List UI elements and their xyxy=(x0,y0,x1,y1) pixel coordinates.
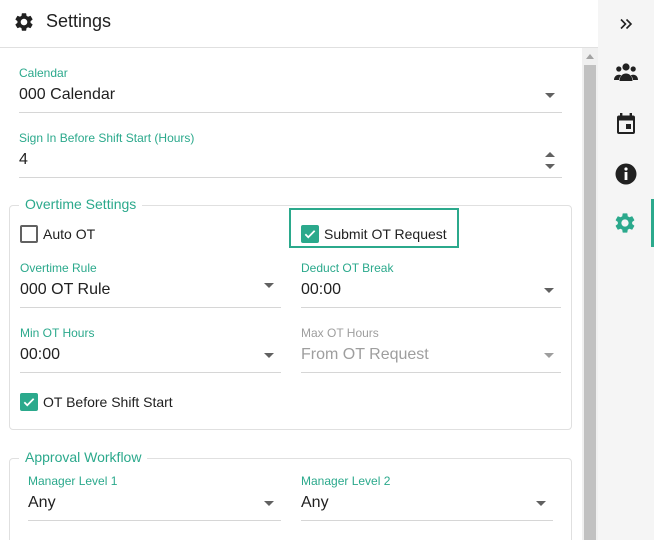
min-ot-hours-label: Min OT Hours xyxy=(20,326,95,340)
scroll-up-arrow-icon[interactable] xyxy=(586,54,594,59)
deduct-ot-break-value: 00:00 xyxy=(301,281,342,298)
overtime-rule-label: Overtime Rule xyxy=(20,261,97,275)
checkmark-icon xyxy=(23,398,35,407)
ot-before-shift-start-checkbox[interactable]: OT Before Shift Start xyxy=(20,393,173,411)
settings-header: Settings xyxy=(0,0,598,48)
gear-icon xyxy=(15,13,33,31)
page-title: Settings xyxy=(46,11,112,31)
divider xyxy=(19,177,562,178)
calendar-icon xyxy=(617,113,635,134)
min-ot-hours-value: 00:00 xyxy=(20,346,61,363)
expand-panel-button[interactable] xyxy=(598,0,654,48)
chevron-down-icon[interactable] xyxy=(264,501,274,506)
ot-before-shift-start-label: OT Before Shift Start xyxy=(43,394,173,410)
divider xyxy=(28,520,281,521)
sign-in-before-value: 4 xyxy=(19,151,28,168)
users-button[interactable] xyxy=(598,48,654,96)
approval-workflow-legend: Approval Workflow xyxy=(19,449,148,465)
overtime-rule-value: 000 OT Rule xyxy=(20,281,111,298)
divider xyxy=(20,307,281,308)
divider xyxy=(301,520,553,521)
calendar-button[interactable] xyxy=(598,100,654,148)
max-ot-hours-label: Max OT Hours xyxy=(301,326,379,340)
users-icon xyxy=(614,63,638,81)
checkbox-unchecked-icon[interactable] xyxy=(20,225,38,243)
side-rail xyxy=(598,0,654,540)
approval-workflow-group: Approval Workflow xyxy=(9,449,572,540)
submit-ot-request-checkbox[interactable]: Submit OT Request xyxy=(301,225,447,243)
calendar-value: 000 Calendar xyxy=(19,86,116,103)
chevron-down-icon[interactable] xyxy=(264,353,274,358)
chevron-down-icon xyxy=(544,353,554,358)
info-icon xyxy=(615,163,637,185)
divider xyxy=(301,372,561,373)
chevron-down-icon[interactable] xyxy=(544,288,554,293)
increment-arrow-icon[interactable] xyxy=(545,152,555,157)
scrollbar-thumb[interactable] xyxy=(584,65,596,540)
chevron-down-icon[interactable] xyxy=(264,283,274,288)
chevron-double-right-icon xyxy=(620,18,633,30)
manager-level-1-label: Manager Level 1 xyxy=(28,474,118,488)
manager-level-2-label: Manager Level 2 xyxy=(301,474,391,488)
checkmark-icon xyxy=(304,230,316,239)
max-ot-hours-value: From OT Request xyxy=(301,346,429,363)
manager-level-2-value: Any xyxy=(301,494,329,511)
settings-button[interactable] xyxy=(598,199,654,247)
chevron-down-icon[interactable] xyxy=(536,501,546,506)
divider xyxy=(20,372,281,373)
manager-level-1-value: Any xyxy=(28,494,56,511)
scrollbar[interactable] xyxy=(582,48,598,540)
info-button[interactable] xyxy=(598,150,654,198)
gear-icon xyxy=(615,213,634,233)
sign-in-before-label: Sign In Before Shift Start (Hours) xyxy=(19,131,195,145)
chevron-down-icon[interactable] xyxy=(545,93,555,98)
checkbox-checked-icon[interactable] xyxy=(20,393,38,411)
auto-ot-checkbox[interactable]: Auto OT xyxy=(20,225,95,243)
deduct-ot-break-label: Deduct OT Break xyxy=(301,261,394,275)
overtime-settings-legend: Overtime Settings xyxy=(19,196,143,212)
divider xyxy=(19,112,562,113)
divider xyxy=(301,307,561,308)
submit-ot-request-label: Submit OT Request xyxy=(324,226,447,242)
checkbox-checked-icon[interactable] xyxy=(301,225,319,243)
decrement-arrow-icon[interactable] xyxy=(545,164,555,169)
calendar-label: Calendar xyxy=(19,66,68,80)
auto-ot-label: Auto OT xyxy=(43,226,96,242)
